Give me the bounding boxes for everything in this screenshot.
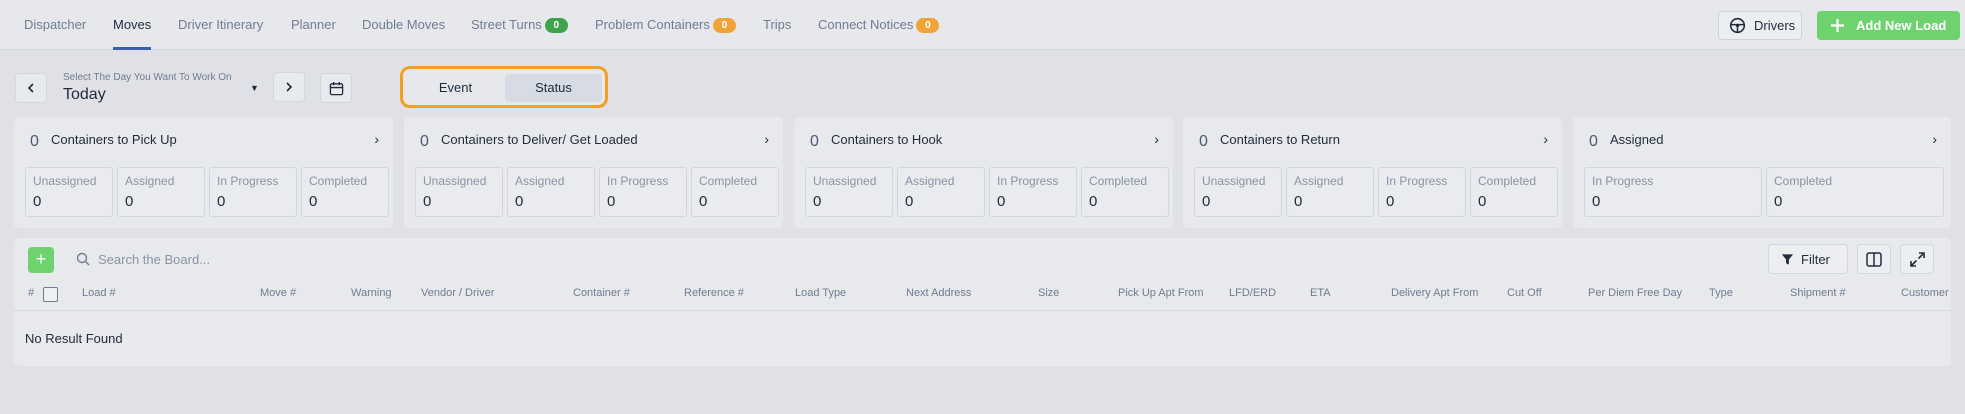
problem-containers-count-badge: 0 [712,18,736,33]
card-count: 0 [30,133,39,150]
column-header-load-number[interactable]: Load # [82,287,116,299]
column-header-shipment-number[interactable]: Shipment # [1790,287,1846,299]
previous-day-button[interactable] [15,73,47,103]
stat-completed[interactable]: Completed 0 [1766,167,1944,217]
column-header-customer[interactable]: Customer [1901,287,1951,299]
search-icon [76,252,90,266]
card-title: Assigned [1610,132,1664,147]
card-containers-to-deliver[interactable]: 0 Containers to Deliver/ Get Loaded › Un… [404,117,783,228]
card-containers-to-pick-up[interactable]: 0 Containers to Pick Up › Unassigned 0 As… [14,117,393,228]
chevron-right-icon: › [374,131,379,147]
caret-down-icon: ▼ [250,83,259,93]
column-header-lfd-erd[interactable]: LFD/ERD [1229,287,1276,299]
column-header-cut-off[interactable]: Cut Off [1507,287,1542,299]
column-header-reference-number[interactable]: Reference # [684,287,744,299]
calendar-button[interactable] [320,73,352,103]
chevron-right-icon: › [1543,131,1548,147]
add-new-load-button[interactable]: Add New Load [1817,11,1960,40]
stat-completed[interactable]: Completed 0 [691,167,779,217]
stat-unassigned[interactable]: Unassigned 0 [415,167,503,217]
tab-dispatcher[interactable]: Dispatcher [24,0,86,50]
column-header-size[interactable]: Size [1038,287,1059,299]
street-turns-count-badge: 0 [544,18,568,33]
stat-assigned[interactable]: Assigned 0 [507,167,595,217]
expand-button[interactable] [1900,244,1934,274]
board-panel: + Filter # Load # Move # Warning Vendor … [14,238,1951,366]
steering-wheel-icon [1729,17,1746,34]
card-containers-to-hook[interactable]: 0 Containers to Hook › Unassigned 0 Assig… [794,117,1173,228]
card-containers-to-return[interactable]: 0 Containers to Return › Unassigned 0 Ass… [1183,117,1562,228]
column-header-load-type[interactable]: Load Type [795,287,846,299]
toggle-status-option[interactable]: Status [505,74,602,102]
tab-connect-notices[interactable]: Connect Notices 0 [818,0,940,50]
column-header-container-number[interactable]: Container # [573,287,630,299]
calendar-icon [329,81,343,95]
top-nav: Dispatcher Moves Driver Itinerary Planne… [0,0,1965,50]
stat-in-progress[interactable]: In Progress 0 [989,167,1077,217]
card-count: 0 [810,133,819,150]
header-divider [14,310,1951,311]
card-title: Containers to Pick Up [51,132,177,147]
stat-unassigned[interactable]: Unassigned 0 [805,167,893,217]
card-count: 0 [1199,133,1208,150]
tab-street-turns[interactable]: Street Turns 0 [471,0,568,50]
view-toggle: Event Status [400,66,608,108]
empty-state-message: No Result Found [25,331,123,346]
column-header-warning[interactable]: Warning [351,287,392,299]
tab-driver-itinerary[interactable]: Driver Itinerary [178,0,263,50]
toggle-event-option[interactable]: Event [408,74,503,102]
card-title: Containers to Return [1220,132,1340,147]
tab-planner[interactable]: Planner [291,0,336,50]
stat-completed[interactable]: Completed 0 [1470,167,1558,217]
stat-completed[interactable]: Completed 0 [1081,167,1169,217]
card-title: Containers to Deliver/ Get Loaded [441,132,638,147]
column-header-pick-up-apt-from[interactable]: Pick Up Apt From [1118,287,1204,299]
columns-button[interactable] [1857,244,1891,274]
filter-icon [1781,253,1794,265]
column-header-delivery-apt-from[interactable]: Delivery Apt From [1391,287,1478,299]
day-selector-label: Select The Day You Want To Work On [63,72,232,83]
column-header-move-number[interactable]: Move # [260,287,296,299]
stat-completed[interactable]: Completed 0 [301,167,389,217]
add-row-button[interactable]: + [28,247,54,273]
filter-button[interactable]: Filter [1768,244,1848,274]
column-header-eta[interactable]: ETA [1310,287,1331,299]
column-header-vendor-driver[interactable]: Vendor / Driver [421,287,494,299]
stat-in-progress[interactable]: In Progress 0 [1378,167,1466,217]
connect-notices-count-badge: 0 [916,18,940,33]
columns-icon [1866,251,1882,267]
drivers-button[interactable]: Drivers [1718,11,1802,40]
column-header-next-address[interactable]: Next Address [906,287,971,299]
column-header-per-diem-free-day[interactable]: Per Diem Free Day [1588,287,1682,299]
stat-assigned[interactable]: Assigned 0 [117,167,205,217]
chevron-left-icon [27,83,34,93]
stat-unassigned[interactable]: Unassigned 0 [1194,167,1282,217]
stat-in-progress[interactable]: In Progress 0 [599,167,687,217]
tab-trips[interactable]: Trips [763,0,791,50]
stat-in-progress[interactable]: In Progress 0 [209,167,297,217]
expand-icon [1909,251,1925,267]
card-count: 0 [1589,133,1598,150]
chevron-right-icon: › [764,131,769,147]
day-selector-value: Today [63,86,106,103]
tab-problem-containers[interactable]: Problem Containers 0 [595,0,736,50]
stat-in-progress[interactable]: In Progress 0 [1584,167,1762,217]
card-title: Containers to Hook [831,132,943,147]
tab-moves[interactable]: Moves [113,0,152,50]
column-header-number: # [28,287,35,299]
board-search-input[interactable] [98,247,498,271]
plus-icon [1831,19,1844,32]
stat-assigned[interactable]: Assigned 0 [897,167,985,217]
stat-assigned[interactable]: Assigned 0 [1286,167,1374,217]
stat-unassigned[interactable]: Unassigned 0 [25,167,113,217]
chevron-right-icon: › [1154,131,1159,147]
card-count: 0 [420,133,429,150]
card-assigned[interactable]: 0 Assigned › In Progress 0 Completed 0 [1573,117,1951,228]
next-day-button[interactable] [273,72,305,102]
chevron-right-icon: › [1932,131,1937,147]
chevron-right-icon [286,82,293,92]
tab-double-moves[interactable]: Double Moves [362,0,445,50]
column-header-type[interactable]: Type [1709,287,1733,299]
select-all-checkbox[interactable] [43,287,58,302]
